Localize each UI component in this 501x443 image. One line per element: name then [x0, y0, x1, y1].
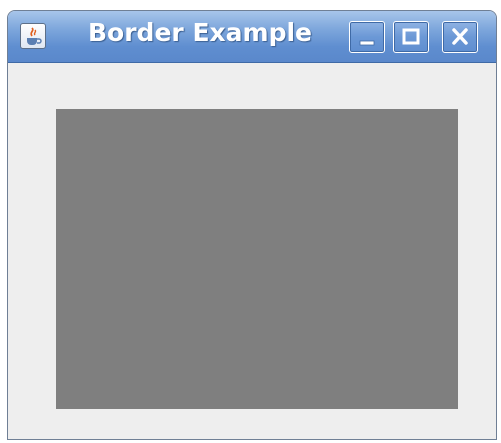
java-coffee-cup-icon[interactable]	[20, 23, 46, 49]
app-window: Border Example	[7, 10, 497, 440]
minimize-icon	[359, 40, 375, 46]
close-icon	[452, 28, 468, 45]
content-pane	[8, 63, 496, 439]
window-title: Border Example	[88, 18, 312, 47]
maximize-icon	[402, 28, 420, 45]
minimize-button[interactable]	[349, 21, 385, 53]
close-button[interactable]	[442, 21, 478, 53]
title-bar[interactable]: Border Example	[8, 11, 496, 63]
maximize-button[interactable]	[393, 21, 429, 53]
bordered-panel	[56, 109, 458, 409]
